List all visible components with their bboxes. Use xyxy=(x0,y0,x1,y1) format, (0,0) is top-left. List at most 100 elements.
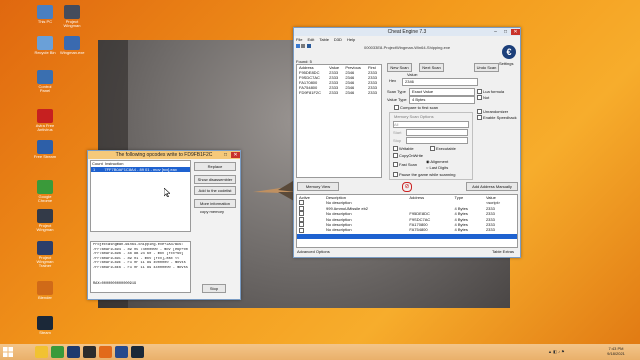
desktop-icon[interactable]: Recycle Bin xyxy=(33,36,57,55)
address-table[interactable]: Active Description Address Type Value No des… xyxy=(296,194,518,248)
taskbar-cheat-engine-a-icon[interactable] xyxy=(67,346,80,358)
menu-item[interactable]: File xyxy=(296,37,302,42)
start-address-input[interactable] xyxy=(406,129,468,136)
taskbar-steam-icon[interactable] xyxy=(131,346,144,358)
desktop-icon[interactable]: Google Chrome xyxy=(33,180,57,203)
last-digits-radio[interactable]: ○ Last Digits xyxy=(426,165,448,170)
next-scan-button[interactable]: Next Scan xyxy=(419,63,444,72)
app-icon xyxy=(37,109,53,123)
stop-address-input[interactable] xyxy=(406,137,468,144)
opcode-row[interactable]: 1 7FF7B0AF1C8A4 - 89 01 - mov [rcx],eax xyxy=(91,167,190,172)
selected-row-highlight[interactable] xyxy=(297,234,517,239)
save-icon[interactable] xyxy=(306,44,311,48)
start-label: Start xyxy=(393,130,402,135)
desktop-icon[interactable]: Blender xyxy=(33,281,57,300)
maximize-button[interactable]: □ xyxy=(501,29,510,35)
new-scan-button[interactable]: New Scan xyxy=(387,63,412,72)
close-button[interactable]: ✕ xyxy=(511,29,520,35)
value-input[interactable]: 2346 xyxy=(402,78,478,86)
app-icon xyxy=(37,36,53,50)
region-select[interactable]: All xyxy=(393,121,469,128)
disassembly-line: ProjectWingman-Win64-Shipping.exe+2A47BD… xyxy=(93,243,184,247)
desktop-icon-label: Control Panel xyxy=(38,84,52,93)
menu-item[interactable]: Help xyxy=(347,37,355,42)
process-name: 000033E8-ProjectWingman-Win64-Shipping.e… xyxy=(364,45,451,50)
desktop-icon[interactable]: Free Stream xyxy=(33,140,57,159)
minimize-button[interactable]: – xyxy=(491,29,500,35)
table-row[interactable]: No description FA754800 4 Bytes 2333 xyxy=(297,227,517,233)
cheat-engine-logo-icon[interactable]: € xyxy=(502,45,516,59)
executable-checkbox[interactable]: Executable xyxy=(430,146,456,152)
settings-label[interactable]: Settings xyxy=(499,61,513,66)
desktop-icon-label: This PC xyxy=(37,19,53,24)
desktop-icon-label: Wingman.exe xyxy=(60,50,85,55)
add-to-the-codelist-button[interactable]: Add to the codelist xyxy=(194,186,236,195)
desktop-icon-label: Blender xyxy=(38,295,52,300)
dialog-close-button[interactable]: ✕ xyxy=(231,152,240,158)
scan-type-label: Scan Type xyxy=(387,89,406,94)
desktop-icon[interactable]: Steam xyxy=(33,316,57,335)
taskbar-file-explorer-icon[interactable] xyxy=(35,346,48,358)
value-type-label: Value Type xyxy=(387,97,407,102)
app-icon xyxy=(37,5,53,19)
cheat-engine-titlebar: Cheat Engine 7.3 – □ ✕ xyxy=(294,28,520,36)
opcode-list[interactable]: Count Instruction 1 7FF7B0AF1C8A4 - 89 0… xyxy=(90,160,191,232)
app-icon xyxy=(37,316,53,330)
tray-icons[interactable]: ▲ ◧ ♪ ⚑ xyxy=(548,349,588,355)
active-checkbox[interactable] xyxy=(299,227,304,233)
copy-memory-button[interactable]: copy memory xyxy=(200,209,224,214)
undo-scan-button[interactable]: Undo Scan xyxy=(474,63,499,72)
replace-button[interactable]: Replace xyxy=(194,162,236,171)
desktop-icon-label: Project Wingman xyxy=(63,19,81,28)
copyonwrite-checkbox[interactable]: CopyOnWrite xyxy=(393,153,423,159)
clear-list-icon[interactable]: ⊘ xyxy=(402,182,412,192)
taskbar-firefox-icon[interactable] xyxy=(99,346,112,358)
desktop-icon[interactable]: Avira Free Antivirus xyxy=(33,109,57,132)
desktop-icon[interactable]: This PC xyxy=(33,5,57,24)
value-type-select[interactable]: 4 Bytes xyxy=(409,96,475,104)
desktop-icon-label: Free Stream xyxy=(33,154,57,159)
app-icon xyxy=(37,241,53,255)
mouse-cursor-icon xyxy=(163,187,171,199)
scan-results-list[interactable]: Address Value Previous First F95DE8DC 2333 23… xyxy=(296,64,382,178)
advanced-options-link[interactable]: Advanced Options xyxy=(297,249,330,254)
more-information-button[interactable]: More information xyxy=(194,199,236,208)
app-icon xyxy=(37,209,53,223)
unrandomizer-checkbox[interactable]: Unrandomizer xyxy=(477,109,508,115)
desktop-icon[interactable]: Control Panel xyxy=(33,70,57,93)
taskbar-cheat-engine-b-icon[interactable] xyxy=(83,346,96,358)
menu-item[interactable]: Table xyxy=(319,37,329,42)
memory-view-button[interactable]: Memory View xyxy=(297,182,339,191)
scan-type-select[interactable]: Exact Value xyxy=(409,88,475,96)
stop-button[interactable]: Stop xyxy=(202,284,226,293)
open-file-icon[interactable] xyxy=(301,44,306,48)
menu-item[interactable]: D3D xyxy=(334,37,342,42)
desktop-icon[interactable]: Project Wingman Trainer xyxy=(33,241,57,268)
desktop-icon[interactable]: Project Wingman xyxy=(33,209,57,232)
show-disassembler-button[interactable]: Show disassembler xyxy=(194,175,236,184)
desktop-icon[interactable]: Wingman.exe xyxy=(60,36,84,55)
pause-game-checkbox[interactable]: Pause the game while scanning xyxy=(393,172,455,178)
open-process-icon[interactable] xyxy=(296,44,300,48)
menu-item[interactable]: Edit xyxy=(307,37,314,42)
dialog-maximize-button[interactable]: □ xyxy=(221,152,230,158)
fast-scan-checkbox[interactable]: Fast Scan xyxy=(393,162,417,168)
taskbar-chrome-icon[interactable] xyxy=(51,346,64,358)
taskbar-cheat-engine-c-icon[interactable] xyxy=(115,346,128,358)
add-address-button[interactable]: Add Address Manually xyxy=(466,182,518,191)
desktop-icon-label: Recycle Bin xyxy=(34,50,56,55)
clock[interactable]: 7:43 PM 9/18/2021 xyxy=(596,346,636,356)
start-button[interactable] xyxy=(3,347,13,357)
opcode-details: ProjectWingman-Win64-Shipping.exe+2A47BD… xyxy=(90,241,191,293)
lua-formula-checkbox[interactable]: Lua formula xyxy=(477,89,504,95)
table-row[interactable]: FD9F81F2C 2333 2346 2333 xyxy=(297,90,381,95)
writable-checkbox[interactable]: Writable xyxy=(393,146,414,152)
speedhack-checkbox[interactable]: Enable Speedhack xyxy=(477,115,517,121)
opcode-instruction: 7FF7B0AF1C8A4 - 89 01 - mov [rcx],eax xyxy=(104,167,177,172)
table-extras-link[interactable]: Table Extras xyxy=(492,249,514,254)
not-checkbox[interactable]: Not xyxy=(477,95,489,101)
alignment-radio[interactable]: ◉ Alignment xyxy=(426,159,448,164)
desktop-icon[interactable]: Project Wingman xyxy=(60,5,84,28)
desktop-icon-label: Project Wingman xyxy=(36,223,54,232)
compare-first-checkbox[interactable]: Compare to first scan xyxy=(394,105,438,111)
